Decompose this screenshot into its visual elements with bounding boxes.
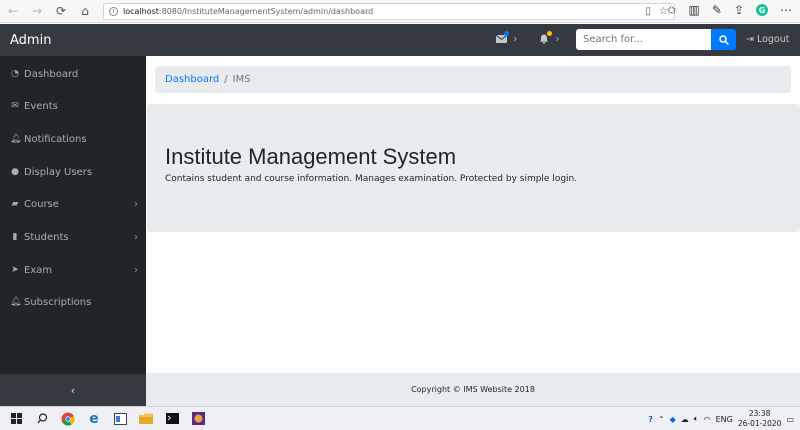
- bell-icon: 🔔︎: [10, 297, 22, 307]
- app-icon[interactable]: [188, 409, 208, 429]
- bell-icon: 🔔︎: [10, 134, 22, 144]
- file-icon: ▮: [12, 232, 18, 242]
- dashboard-icon: ◔: [11, 69, 19, 79]
- url-path: :8080/InstituteManagementSystem/admin/da…: [158, 7, 374, 16]
- notification-center-icon[interactable]: ▭: [786, 415, 794, 424]
- grammarly-extension-icon[interactable]: G: [756, 4, 768, 16]
- reading-view-icon[interactable]: ▯: [646, 6, 652, 17]
- site-info-icon[interactable]: i: [109, 7, 118, 16]
- breadcrumb: Dashboard / IMS: [155, 66, 791, 93]
- collections-icon[interactable]: ▥: [689, 3, 700, 17]
- sidebar-item-course[interactable]: ▰ Course ›: [0, 194, 146, 214]
- chevron-right-icon: ›: [134, 264, 138, 276]
- chevron-left-icon: ‹: [70, 383, 76, 397]
- back-arrow-icon[interactable]: ←: [2, 0, 24, 22]
- footer: Copyright © IMS Website 2018: [146, 373, 800, 406]
- navbar-search: [576, 29, 736, 50]
- chevron-up-icon[interactable]: ⌃: [658, 415, 665, 424]
- favorites-icon[interactable]: ✩: [666, 3, 676, 17]
- breadcrumb-separator: /: [224, 74, 228, 85]
- messages-indicator-dot: [504, 31, 509, 36]
- copyright-text: Copyright © IMS Website 2018: [411, 385, 535, 394]
- clock-date: 26-01-2020: [737, 419, 782, 428]
- chevron-right-icon: ›: [555, 32, 560, 45]
- sidebar-item-label: Students: [24, 231, 69, 243]
- clock[interactable]: 23:38 26-01-2020: [738, 409, 782, 429]
- refresh-icon[interactable]: ⟳: [50, 0, 72, 22]
- search-button[interactable]: [711, 29, 736, 50]
- chevron-right-icon: ›: [134, 231, 138, 243]
- page-description: Contains student and course information.…: [165, 174, 578, 184]
- terminal-icon[interactable]: [162, 409, 182, 429]
- page-title: Institute Management System: [165, 144, 457, 169]
- windows-start-icon[interactable]: [6, 409, 26, 429]
- system-tray: ? ⌃ ◆ ☁ 🔈︎ ◠ ENG 23:38 26-01-2020 ▭: [648, 409, 794, 429]
- breadcrumb-dashboard-link[interactable]: Dashboard: [165, 74, 219, 85]
- home-icon[interactable]: ⌂: [74, 0, 96, 22]
- sidebar-item-label: Subscriptions: [24, 296, 92, 308]
- file-explorer-icon[interactable]: [136, 409, 156, 429]
- envelope-icon: ✉: [11, 101, 19, 111]
- sidebar: ◔ Dashboard ✉ Events 🔔︎ Notifications ● …: [0, 56, 146, 406]
- user-icon: ●: [11, 167, 19, 177]
- sidebar-item-notifications[interactable]: 🔔︎ Notifications: [0, 129, 146, 149]
- top-navbar: Admin › › ⇥ Logout: [0, 24, 800, 56]
- alerts-indicator-dot: [547, 31, 553, 36]
- chevron-right-icon: ›: [134, 198, 138, 210]
- sidebar-item-students[interactable]: ▮ Students ›: [0, 227, 146, 247]
- chrome-icon[interactable]: [58, 409, 78, 429]
- sidebar-collapse-button[interactable]: ‹: [0, 374, 146, 406]
- speaker-icon[interactable]: 🔈︎: [694, 414, 699, 424]
- address-bar[interactable]: i localhost:8080/InstituteManagementSyst…: [103, 3, 675, 20]
- sign-out-icon: ⇥: [746, 34, 754, 45]
- help-icon[interactable]: ?: [648, 415, 653, 424]
- pen-icon[interactable]: ✎: [712, 3, 722, 17]
- paper-plane-icon: ➤: [11, 265, 19, 275]
- sidebar-item-label: Events: [24, 100, 58, 112]
- sidebar-item-label: Dashboard: [24, 68, 79, 80]
- sidebar-item-events[interactable]: ✉ Events: [0, 96, 146, 116]
- book-icon: ▰: [11, 199, 19, 209]
- share-icon[interactable]: ⇪: [734, 3, 744, 17]
- cloud-icon[interactable]: ☁: [681, 415, 689, 424]
- browser-toolbar: ← → ⟳ ⌂ i localhost:8080/InstituteManage…: [0, 0, 800, 23]
- app-window-icon[interactable]: [110, 409, 130, 429]
- more-menu-icon[interactable]: ⋯: [780, 3, 792, 17]
- sidebar-item-dashboard[interactable]: ◔ Dashboard: [0, 64, 146, 84]
- sidebar-item-label: Course: [24, 198, 59, 210]
- jumbotron: Institute Management System Contains stu…: [147, 104, 800, 232]
- clock-time: 23:38: [748, 409, 771, 418]
- sidebar-item-label: Exam: [24, 264, 53, 276]
- edge-browser-icon[interactable]: e: [84, 409, 104, 429]
- sidebar-item-subscriptions[interactable]: 🔔︎ Subscriptions: [0, 292, 146, 312]
- sidebar-item-label: Display Users: [24, 166, 93, 178]
- dropbox-icon[interactable]: ◆: [670, 415, 676, 424]
- search-icon: [718, 34, 729, 45]
- url-host: localhost: [123, 7, 159, 16]
- alerts-dropdown[interactable]: ›: [539, 31, 560, 45]
- logout-label: Logout: [756, 34, 790, 45]
- wifi-icon[interactable]: ◠: [704, 415, 711, 424]
- sidebar-item-exam[interactable]: ➤ Exam ›: [0, 260, 146, 280]
- windows-taskbar: e ? ⌃ ◆ ☁ 🔈︎ ◠ ENG 23:38 26-01-2020 ▭: [0, 406, 800, 430]
- messages-dropdown[interactable]: ›: [496, 31, 518, 45]
- search-icon[interactable]: [32, 409, 52, 429]
- search-input[interactable]: [576, 29, 711, 50]
- chevron-right-icon: ›: [513, 32, 518, 45]
- logout-link[interactable]: ⇥ Logout: [746, 34, 790, 45]
- sidebar-item-label: Notifications: [24, 133, 87, 145]
- forward-arrow-icon[interactable]: →: [26, 0, 48, 22]
- breadcrumb-current: IMS: [232, 74, 251, 85]
- language-indicator[interactable]: ENG: [716, 415, 733, 424]
- sidebar-item-display-users[interactable]: ● Display Users: [0, 162, 146, 182]
- navbar-brand[interactable]: Admin: [10, 33, 51, 48]
